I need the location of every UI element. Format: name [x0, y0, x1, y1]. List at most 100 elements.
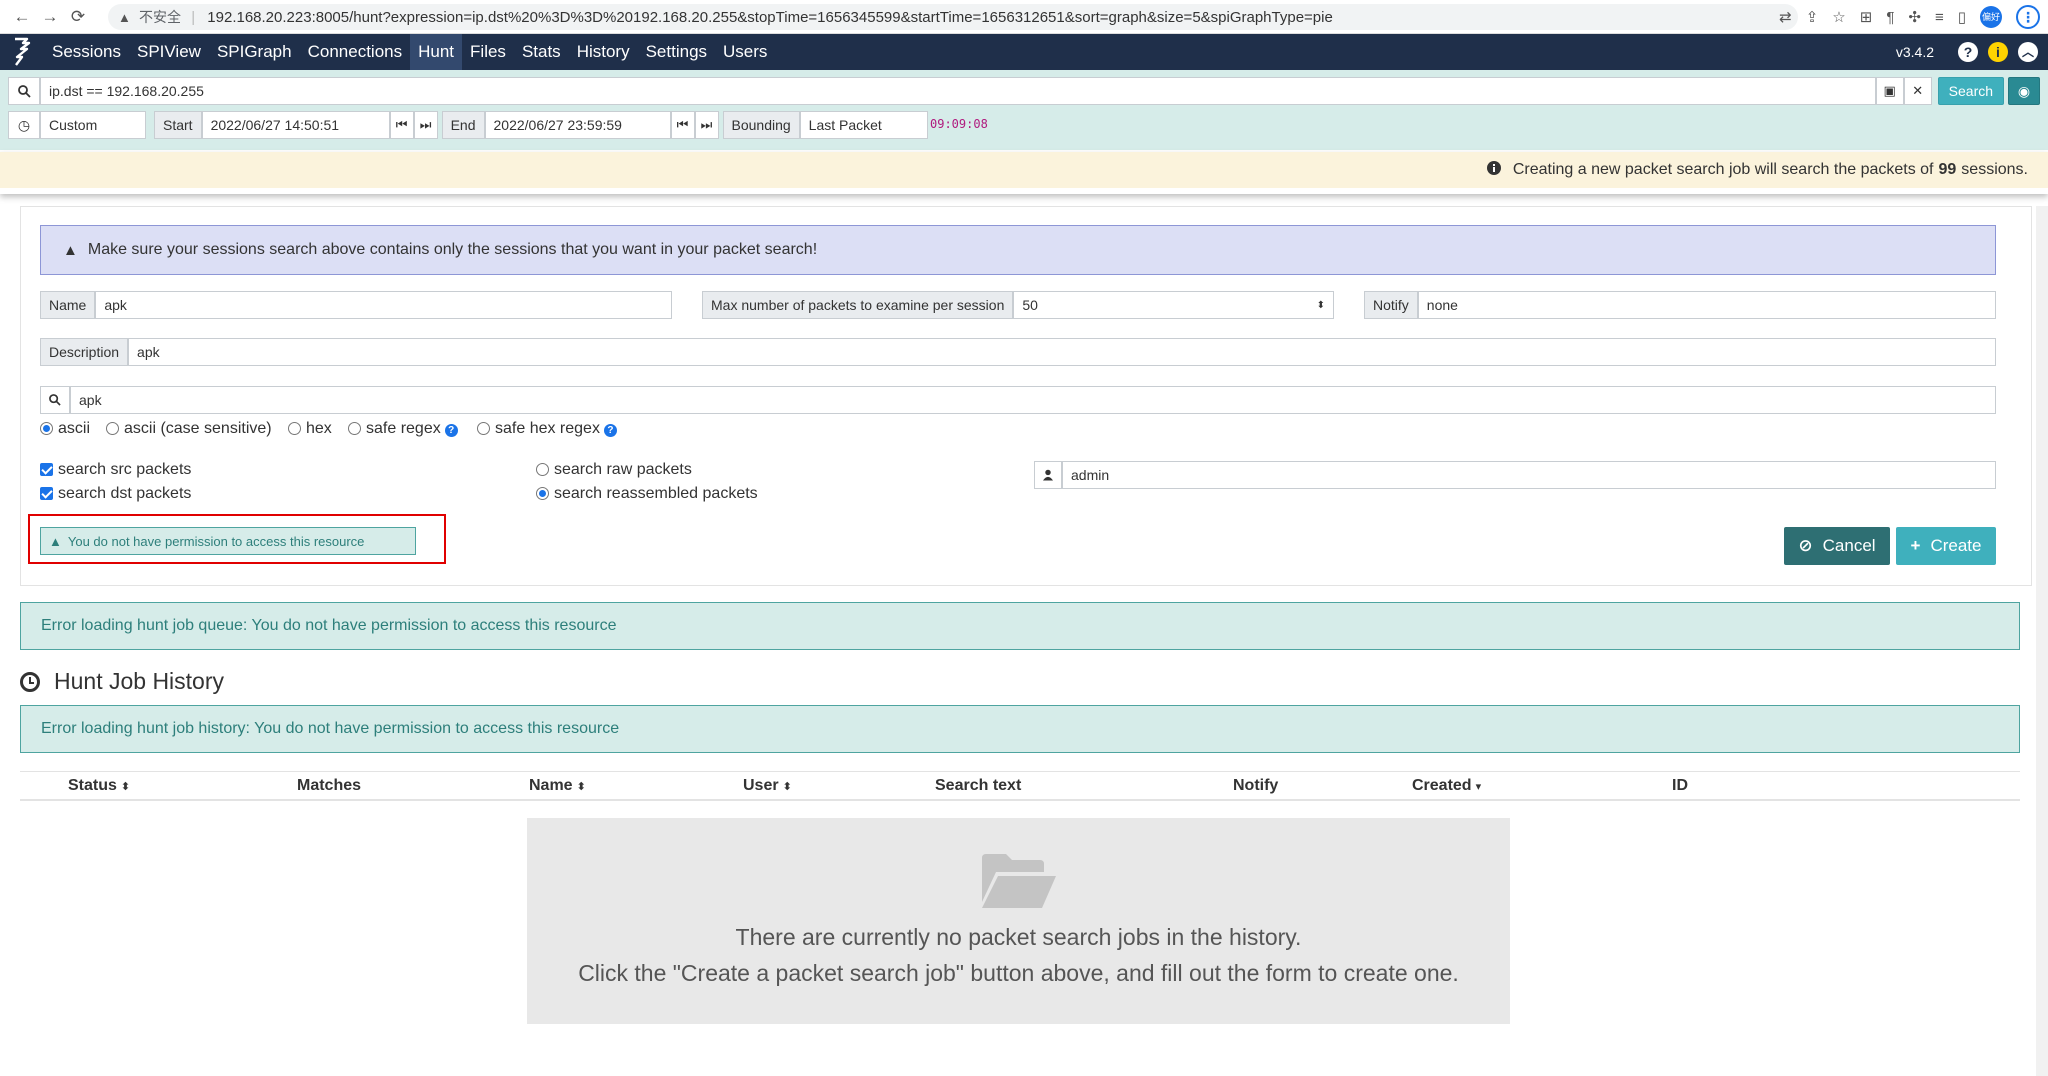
- expression-input[interactable]: ip.dst == 192.168.20.255: [40, 77, 1876, 105]
- src-packets-option[interactable]: search src packets: [40, 461, 191, 479]
- nav-history[interactable]: History: [569, 34, 638, 70]
- user-input[interactable]: admin: [1062, 461, 1996, 489]
- nav-users[interactable]: Users: [715, 34, 775, 70]
- radio-safe-regex[interactable]: [348, 422, 361, 435]
- nav-stats[interactable]: Stats: [514, 34, 569, 70]
- translate-icon[interactable]: ⇄: [1779, 8, 1792, 26]
- extension-grid-icon[interactable]: ⊞: [1860, 8, 1873, 26]
- nav-files[interactable]: Files: [462, 34, 514, 70]
- start-label: Start: [154, 111, 202, 139]
- start-last-icon[interactable]: ⏭: [413, 111, 438, 139]
- description-group: Description apk: [40, 338, 1996, 366]
- max-packets-value: 50: [1022, 297, 1038, 313]
- page-scrollbar[interactable]: [2036, 206, 2048, 1076]
- end-first-icon[interactable]: ⏮: [670, 111, 695, 139]
- empty-line-2: Click the "Create a packet search job" b…: [578, 960, 1459, 986]
- question-icon[interactable]: ?: [603, 424, 617, 437]
- description-input[interactable]: apk: [128, 338, 1996, 366]
- banner-session-count: 99: [1938, 161, 1957, 178]
- notify-group: Notify none: [1364, 291, 1996, 319]
- radio-safe-hex-regex[interactable]: [477, 422, 490, 435]
- nav-sessions[interactable]: Sessions: [44, 34, 129, 70]
- type-hex[interactable]: hex: [288, 420, 332, 438]
- chevron-up-icon[interactable]: ︿: [2018, 42, 2038, 62]
- type-ascii-case[interactable]: ascii (case sensitive): [106, 420, 272, 438]
- radio-reassembled[interactable]: [536, 487, 549, 500]
- end-last-icon[interactable]: ⏭: [694, 111, 719, 139]
- col-user[interactable]: User ⬍: [743, 777, 792, 795]
- col-search-text: Search text: [935, 777, 1022, 794]
- sessions-notice: ▲ Make sure your sessions search above c…: [40, 225, 1996, 275]
- create-button[interactable]: + Create: [1896, 527, 1996, 565]
- history-error-alert: Error loading hunt job history: You do n…: [20, 705, 2020, 753]
- reading-list-icon[interactable]: ≡: [1935, 9, 1944, 26]
- checkbox-dst[interactable]: [40, 487, 53, 500]
- back-arrow-icon[interactable]: ←: [8, 7, 36, 27]
- dst-packets-option[interactable]: search dst packets: [40, 485, 191, 503]
- reassembled-packets-option[interactable]: search reassembled packets: [536, 485, 758, 503]
- nav-spigraph[interactable]: SPIGraph: [209, 34, 300, 70]
- col-status[interactable]: Status ⬍: [68, 777, 130, 795]
- radio-ascii[interactable]: [40, 422, 53, 435]
- bookmark-star-icon[interactable]: ☆: [1832, 8, 1845, 26]
- share-icon[interactable]: ⇪: [1806, 8, 1819, 26]
- empty-line-1: There are currently no packet search job…: [735, 924, 1302, 950]
- clock-icon: [20, 671, 40, 692]
- address-separator: |: [191, 9, 196, 26]
- cancel-button[interactable]: ⊘ Cancel: [1784, 527, 1890, 565]
- question-icon[interactable]: ?: [444, 424, 458, 437]
- nav-hunt[interactable]: Hunt: [410, 34, 463, 70]
- raw-packets-option[interactable]: search raw packets: [536, 461, 692, 479]
- navbar-right: v3.4.2 ? i ︿: [1896, 34, 2038, 70]
- end-time-input[interactable]: 2022/06/27 23:59:59: [484, 111, 671, 139]
- reload-icon[interactable]: ⟳: [64, 7, 92, 27]
- profile-avatar[interactable]: 偏好: [1980, 6, 2002, 28]
- max-packets-select[interactable]: 50 ⬍: [1013, 291, 1334, 319]
- arkime-logo-icon[interactable]: [0, 34, 44, 70]
- side-panel-icon[interactable]: ▯: [1958, 8, 1966, 26]
- max-packets-group: Max number of packets to examine per ses…: [702, 291, 1334, 319]
- search-text-input[interactable]: apk: [70, 386, 1996, 414]
- checkbox-src[interactable]: [40, 463, 53, 476]
- permission-error-alert: ▲ You do not have permission to access t…: [40, 527, 416, 555]
- type-safe-hex-regex[interactable]: safe hex regex?: [477, 420, 617, 438]
- url-text: 192.168.20.223:8005/hunt?expression=ip.d…: [207, 9, 1333, 26]
- start-time-input[interactable]: 2022/06/27 14:50:51: [201, 111, 390, 139]
- not-secure-label: 不安全: [139, 9, 182, 25]
- nav-settings[interactable]: Settings: [638, 34, 715, 70]
- type-safe-regex[interactable]: safe regex?: [348, 420, 458, 438]
- expression-group: ip.dst == 192.168.20.255 ▣ ✕ Search ◉: [8, 77, 2041, 105]
- info-icon[interactable]: i: [1988, 42, 2008, 62]
- eye-icon[interactable]: ◉: [2008, 77, 2041, 105]
- time-range-select[interactable]: Custom: [40, 111, 146, 139]
- radio-raw[interactable]: [536, 463, 549, 476]
- address-bar[interactable]: ▲ 不安全 | 192.168.20.223:8005/hunt?express…: [108, 4, 1798, 30]
- browser-nav: ← → ⟳: [8, 0, 92, 34]
- name-input[interactable]: apk: [95, 291, 672, 319]
- clock-small-icon: ◷: [8, 111, 40, 139]
- radio-hex[interactable]: [288, 422, 301, 435]
- plus-icon: +: [1910, 536, 1921, 555]
- type-ascii[interactable]: ascii: [40, 420, 90, 438]
- col-created[interactable]: Created ▾: [1412, 777, 1481, 795]
- col-id: ID: [1672, 777, 1688, 794]
- paragraph-icon[interactable]: ¶: [1886, 9, 1894, 26]
- col-name[interactable]: Name ⬍: [529, 777, 586, 795]
- help-icon[interactable]: ?: [1958, 42, 1978, 62]
- search-button[interactable]: Search: [1937, 77, 2005, 105]
- nav-connections[interactable]: Connections: [300, 34, 411, 70]
- bounding-select[interactable]: Last Packet: [799, 111, 928, 139]
- sort-icon: ⬍: [782, 781, 792, 793]
- nav-spiview[interactable]: SPIView: [129, 34, 209, 70]
- puzzle-icon[interactable]: ✣: [1908, 8, 1921, 26]
- save-icon[interactable]: ▣: [1875, 77, 1904, 105]
- permission-error-text: You do not have permission to access thi…: [67, 533, 365, 549]
- clear-icon[interactable]: ✕: [1903, 77, 1932, 105]
- history-heading: Hunt Job History: [20, 668, 224, 695]
- start-first-icon[interactable]: ⏮: [389, 111, 414, 139]
- notify-select[interactable]: none: [1417, 291, 1996, 319]
- browser-menu-icon[interactable]: ⋮: [2016, 5, 2040, 29]
- empty-history-panel: There are currently no packet search job…: [527, 818, 1510, 1024]
- radio-ascii-case[interactable]: [106, 422, 119, 435]
- forward-arrow-icon[interactable]: →: [36, 7, 64, 27]
